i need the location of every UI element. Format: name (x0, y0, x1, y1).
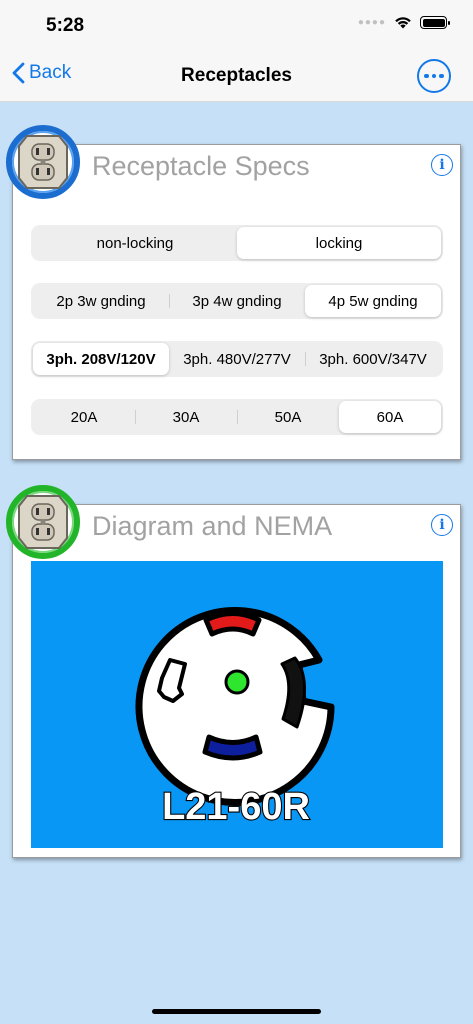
locking-segmented-control: non-locking locking (31, 225, 443, 261)
wiring-segmented-control: 2p 3w gnding 3p 4w gnding 4p 5w gnding (31, 283, 443, 319)
home-indicator[interactable] (152, 1009, 321, 1014)
status-time: 5:28 (46, 15, 85, 36)
more-dot-icon (431, 73, 437, 79)
amperage-segmented-control: 20A 30A 50A 60A (31, 399, 443, 435)
receptacle-badge-blue (6, 125, 80, 199)
info-button-specs[interactable]: i (431, 154, 453, 176)
segment-600v[interactable]: 3ph. 600V/347V (305, 343, 441, 375)
duplex-outlet-icon (18, 495, 68, 549)
segment-208v[interactable]: 3ph. 208V/120V (33, 343, 169, 375)
segment-30a[interactable]: 30A (135, 401, 237, 433)
ground-pin-green (224, 669, 250, 695)
receptacle-diagram: L21-60R (31, 561, 443, 848)
card-title-specs: Receptacle Specs (92, 151, 310, 181)
segment-480v[interactable]: 3ph. 480V/277V (169, 343, 305, 375)
battery-icon (420, 16, 450, 29)
page-title: Receptacles (181, 65, 292, 86)
receptacle-face-svg: L21-60R (135, 607, 335, 829)
duplex-outlet-icon (18, 135, 68, 189)
more-options-button[interactable] (417, 59, 451, 93)
wifi-icon (395, 17, 411, 29)
segment-50a[interactable]: 50A (237, 401, 339, 433)
receptacle-specs-card: Receptacle Specs i non-locking locking 2… (12, 144, 461, 460)
segment-60a[interactable]: 60A (339, 401, 441, 433)
segment-3p-4w[interactable]: 3p 4w gnding (169, 285, 305, 317)
cellular-signal-icon: ●●●● (357, 17, 386, 28)
segment-20a[interactable]: 20A (33, 401, 135, 433)
segment-2p-3w[interactable]: 2p 3w gnding (33, 285, 169, 317)
receptacle-badge-green (6, 485, 80, 559)
segment-4p-5w[interactable]: 4p 5w gnding (305, 285, 441, 317)
card-title-diagram: Diagram and NEMA (92, 511, 333, 541)
navigation-bar: Back Receptacles (0, 50, 473, 102)
more-dot-icon (439, 73, 444, 79)
status-icons: ●●●● (357, 16, 450, 29)
neutral-slot-blue (202, 734, 263, 761)
info-button-diagram[interactable]: i (431, 514, 453, 536)
status-bar: 5:28 ●●●● (0, 0, 473, 50)
diagram-nema-card: Diagram and NEMA i L21-60R (12, 504, 461, 858)
segment-locking[interactable]: locking (237, 227, 441, 259)
segment-non-locking[interactable]: non-locking (33, 227, 237, 259)
voltage-segmented-control: 3ph. 208V/120V 3ph. 480V/277V 3ph. 600V/… (31, 341, 443, 377)
nema-code-label: L21-60R (162, 786, 310, 828)
more-dot-icon (424, 73, 429, 79)
hot-slot-red (203, 611, 262, 637)
